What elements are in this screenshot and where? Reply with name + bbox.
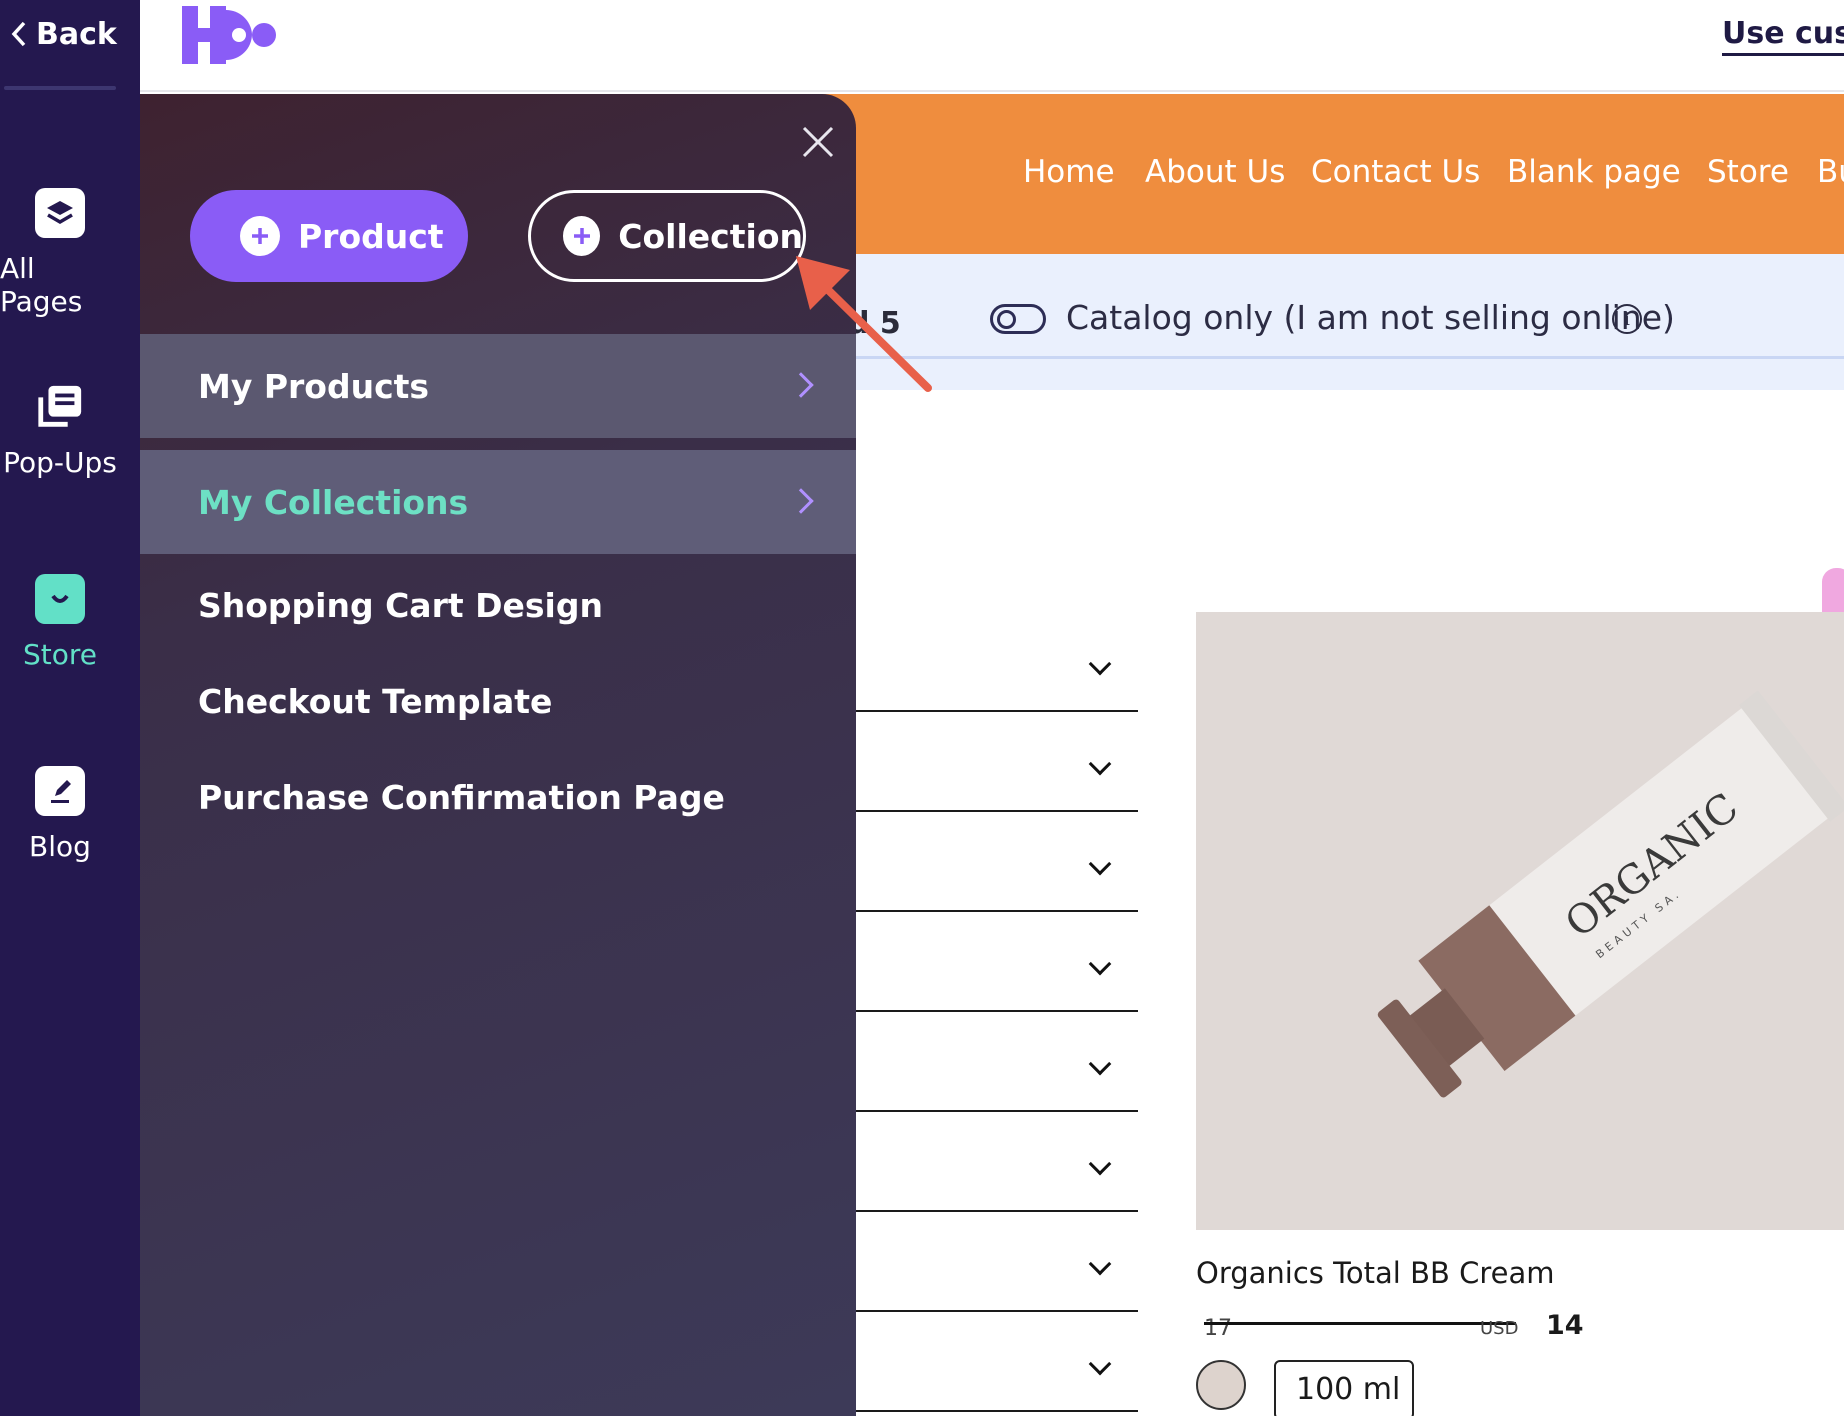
sale-price: 14	[1546, 1310, 1584, 1341]
use-custom-domain-link[interactable]: Use custo	[1722, 16, 1844, 56]
product-image[interactable]: ORGANIC BEAUTY SA.	[1196, 612, 1844, 1230]
nav-link-more[interactable]: Bu	[1817, 154, 1844, 190]
back-label: Back	[36, 16, 117, 52]
nav-link-store[interactable]: Store	[1707, 154, 1789, 190]
color-swatch[interactable]	[1196, 1360, 1246, 1410]
menu-item-purchase-confirmation[interactable]: Purchase Confirmation Page	[198, 778, 725, 817]
top-bar: Use custo	[140, 0, 1844, 92]
nav-link-blank[interactable]: Blank page	[1507, 154, 1681, 190]
filter-row[interactable]	[820, 912, 1138, 1012]
rail-label: Blog	[29, 830, 91, 863]
filter-row[interactable]	[820, 1012, 1138, 1112]
rail-label: All Pages	[0, 252, 83, 318]
filter-row[interactable]	[820, 1112, 1138, 1212]
menu-label: My Products	[198, 366, 430, 406]
chevron-down-icon	[1088, 952, 1112, 976]
rail-item-all-pages[interactable]: All Pages	[0, 188, 120, 318]
rail-label: Pop-Ups	[3, 446, 117, 479]
menu-item-my-collections[interactable]: My Collections	[140, 450, 856, 554]
size-option[interactable]: 100 ml	[1274, 1360, 1414, 1416]
chevron-down-icon	[1088, 652, 1112, 676]
rail-divider	[4, 86, 116, 90]
add-collection-label: Collection	[618, 216, 803, 256]
store-bag-icon	[35, 574, 85, 624]
chevron-right-icon	[788, 488, 814, 514]
plus-icon	[240, 216, 280, 256]
annotation-arrow-icon	[796, 256, 932, 392]
menu-label: My Collections	[198, 482, 469, 522]
nav-link-home[interactable]: Home	[1023, 154, 1115, 190]
left-rail: Back All Pages Pop-Ups Store Blog	[0, 0, 140, 1416]
site-nav: Home About Us Contact Us Blank page Stor…	[820, 94, 1844, 254]
filter-row[interactable]	[820, 1312, 1138, 1412]
chevron-down-icon	[1088, 752, 1112, 776]
rail-item-popups[interactable]: Pop-Ups	[0, 382, 120, 479]
rail-item-blog[interactable]: Blog	[0, 766, 120, 863]
currency-label: USD	[1480, 1318, 1519, 1339]
catalog-divider	[820, 356, 1844, 359]
price-strike	[1204, 1322, 1516, 1325]
old-price: 17	[1204, 1316, 1232, 1341]
add-product-label: Product	[298, 216, 444, 256]
close-icon[interactable]	[798, 122, 838, 162]
edit-icon	[35, 766, 85, 816]
store-panel: Product Collection My Products My Collec…	[140, 94, 856, 1416]
back-button[interactable]: Back	[10, 12, 117, 56]
popups-icon	[35, 382, 85, 432]
filter-row[interactable]	[820, 712, 1138, 812]
chevron-left-icon	[11, 21, 26, 47]
rail-label: Store	[22, 638, 97, 671]
chevron-down-icon	[1088, 852, 1112, 876]
menu-item-shopping-cart-design[interactable]: Shopping Cart Design	[198, 586, 603, 625]
menu-item-my-products[interactable]: My Products	[140, 334, 856, 438]
chevron-down-icon	[1088, 1052, 1112, 1076]
logo-icon	[182, 6, 276, 64]
nav-link-contact[interactable]: Contact Us	[1311, 154, 1480, 190]
add-collection-button[interactable]: Collection	[528, 190, 806, 282]
catalog-toggle[interactable]	[990, 304, 1046, 334]
filter-row[interactable]	[820, 812, 1138, 912]
catalog-toggle-label: Catalog only (I am not selling online)	[1066, 298, 1675, 337]
product-name[interactable]: Organics Total BB Cream	[1196, 1256, 1554, 1290]
filter-row[interactable]	[820, 612, 1138, 712]
info-icon[interactable]: i	[1612, 304, 1642, 334]
filter-row[interactable]	[820, 1212, 1138, 1312]
chevron-down-icon	[1088, 1352, 1112, 1376]
nav-link-about[interactable]: About Us	[1145, 154, 1285, 190]
plus-icon	[563, 216, 601, 256]
toggle-knob	[997, 310, 1016, 329]
add-product-button[interactable]: Product	[190, 190, 468, 282]
chevron-down-icon	[1088, 1252, 1112, 1276]
menu-item-checkout-template[interactable]: Checkout Template	[198, 682, 552, 721]
layers-icon	[35, 188, 85, 238]
rail-item-store[interactable]: Store	[0, 574, 120, 671]
logo[interactable]	[180, 4, 280, 72]
chevron-down-icon	[1088, 1152, 1112, 1176]
